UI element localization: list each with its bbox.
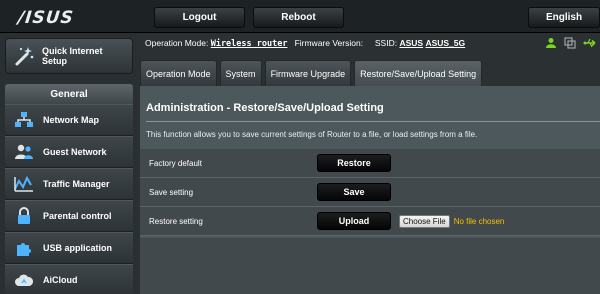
sidebar-item-label: AiCloud — [43, 275, 78, 285]
sidebar-item-label: USB application — [43, 243, 113, 253]
table-row: Save setting Save — [140, 178, 600, 207]
copy-status-icon[interactable] — [564, 36, 576, 54]
sidebar-item-label: Parental control — [43, 211, 112, 221]
client-status-icon[interactable] — [545, 36, 557, 54]
reboot-button[interactable]: Reboot — [253, 7, 344, 28]
usb-status-icon[interactable] — [583, 36, 597, 54]
tab-restore-save-upload[interactable]: Restore/Save/Upload Setting — [354, 60, 483, 86]
asus-logo: /ISUS — [16, 8, 75, 28]
operation-mode-link[interactable]: Wireless router — [211, 39, 288, 49]
admin-tabs: Operation Mode System Firmware Upgrade R… — [140, 60, 483, 86]
choose-file-button[interactable]: Choose File — [399, 214, 450, 228]
sidebar-item-aicloud[interactable]: AiCloud — [5, 264, 133, 294]
sidebar-item-label: Guest Network — [43, 147, 107, 157]
tab-firmware-upgrade[interactable]: Firmware Upgrade — [264, 60, 352, 86]
sidebar-item-label: Traffic Manager — [43, 179, 110, 189]
ssid-5g-link[interactable]: ASUS_5G — [425, 38, 465, 48]
operation-mode-label: Operation Mode: — [145, 38, 209, 48]
upload-button[interactable]: Upload — [317, 212, 391, 230]
ssid-2g-link[interactable]: ASUS — [399, 38, 423, 48]
lock-icon — [13, 206, 35, 226]
sidebar: Quick Internet Setup General Network Map — [0, 34, 137, 294]
wand-icon — [13, 45, 35, 67]
quick-setup-label: Quick Internet Setup — [42, 46, 103, 66]
no-file-chosen-text: No file chosen — [453, 216, 505, 226]
sidebar-item-label: Network Map — [43, 115, 100, 125]
top-bar: /ISUS Logout Reboot English — [0, 0, 600, 33]
ssid-label: SSID: — [374, 38, 398, 48]
panel-empty-area — [140, 238, 600, 294]
main-panel: Administration - Restore/Save/Upload Set… — [140, 86, 600, 294]
traffic-manager-icon — [13, 174, 35, 194]
firmware-version-label: Firmware Version: — [294, 38, 364, 48]
table-row: Restore setting Upload Choose File No fi… — [140, 207, 600, 236]
guest-network-icon — [13, 142, 35, 162]
title-divider — [146, 121, 600, 122]
general-section-header: General — [5, 84, 133, 104]
save-setting-label: Save setting — [149, 187, 194, 197]
sidebar-item-network-map[interactable]: Network Map — [5, 104, 133, 136]
sidebar-item-parental-control[interactable]: Parental control — [5, 200, 133, 232]
puzzle-icon — [13, 238, 35, 258]
save-button[interactable]: Save — [317, 183, 391, 201]
network-map-icon — [13, 110, 35, 130]
sidebar-item-traffic-manager[interactable]: Traffic Manager — [5, 168, 133, 200]
sidebar-nav: Network Map Guest Network Traffic Manage… — [5, 104, 133, 294]
table-row: Factory default Restore — [140, 149, 600, 178]
page-description: This function allows you to save current… — [146, 130, 478, 139]
page-title: Administration - Restore/Save/Upload Set… — [146, 102, 384, 114]
factory-default-label: Factory default — [149, 158, 202, 168]
quick-internet-setup-button[interactable]: Quick Internet Setup — [5, 38, 133, 74]
status-line: Operation Mode: Wireless router Firmware… — [145, 38, 465, 49]
tab-operation-mode[interactable]: Operation Mode — [140, 60, 217, 86]
status-icons — [545, 36, 597, 54]
restore-button[interactable]: Restore — [317, 154, 391, 172]
language-select[interactable]: English — [528, 7, 600, 28]
logout-button[interactable]: Logout — [154, 7, 245, 28]
tab-system[interactable]: System — [219, 60, 262, 86]
sidebar-item-usb-application[interactable]: USB application — [5, 232, 133, 264]
sidebar-item-guest-network[interactable]: Guest Network — [5, 136, 133, 168]
cloud-icon — [13, 270, 35, 290]
restore-setting-label: Restore setting — [149, 216, 203, 226]
settings-table: Factory default Restore Save setting Sav… — [140, 149, 600, 236]
